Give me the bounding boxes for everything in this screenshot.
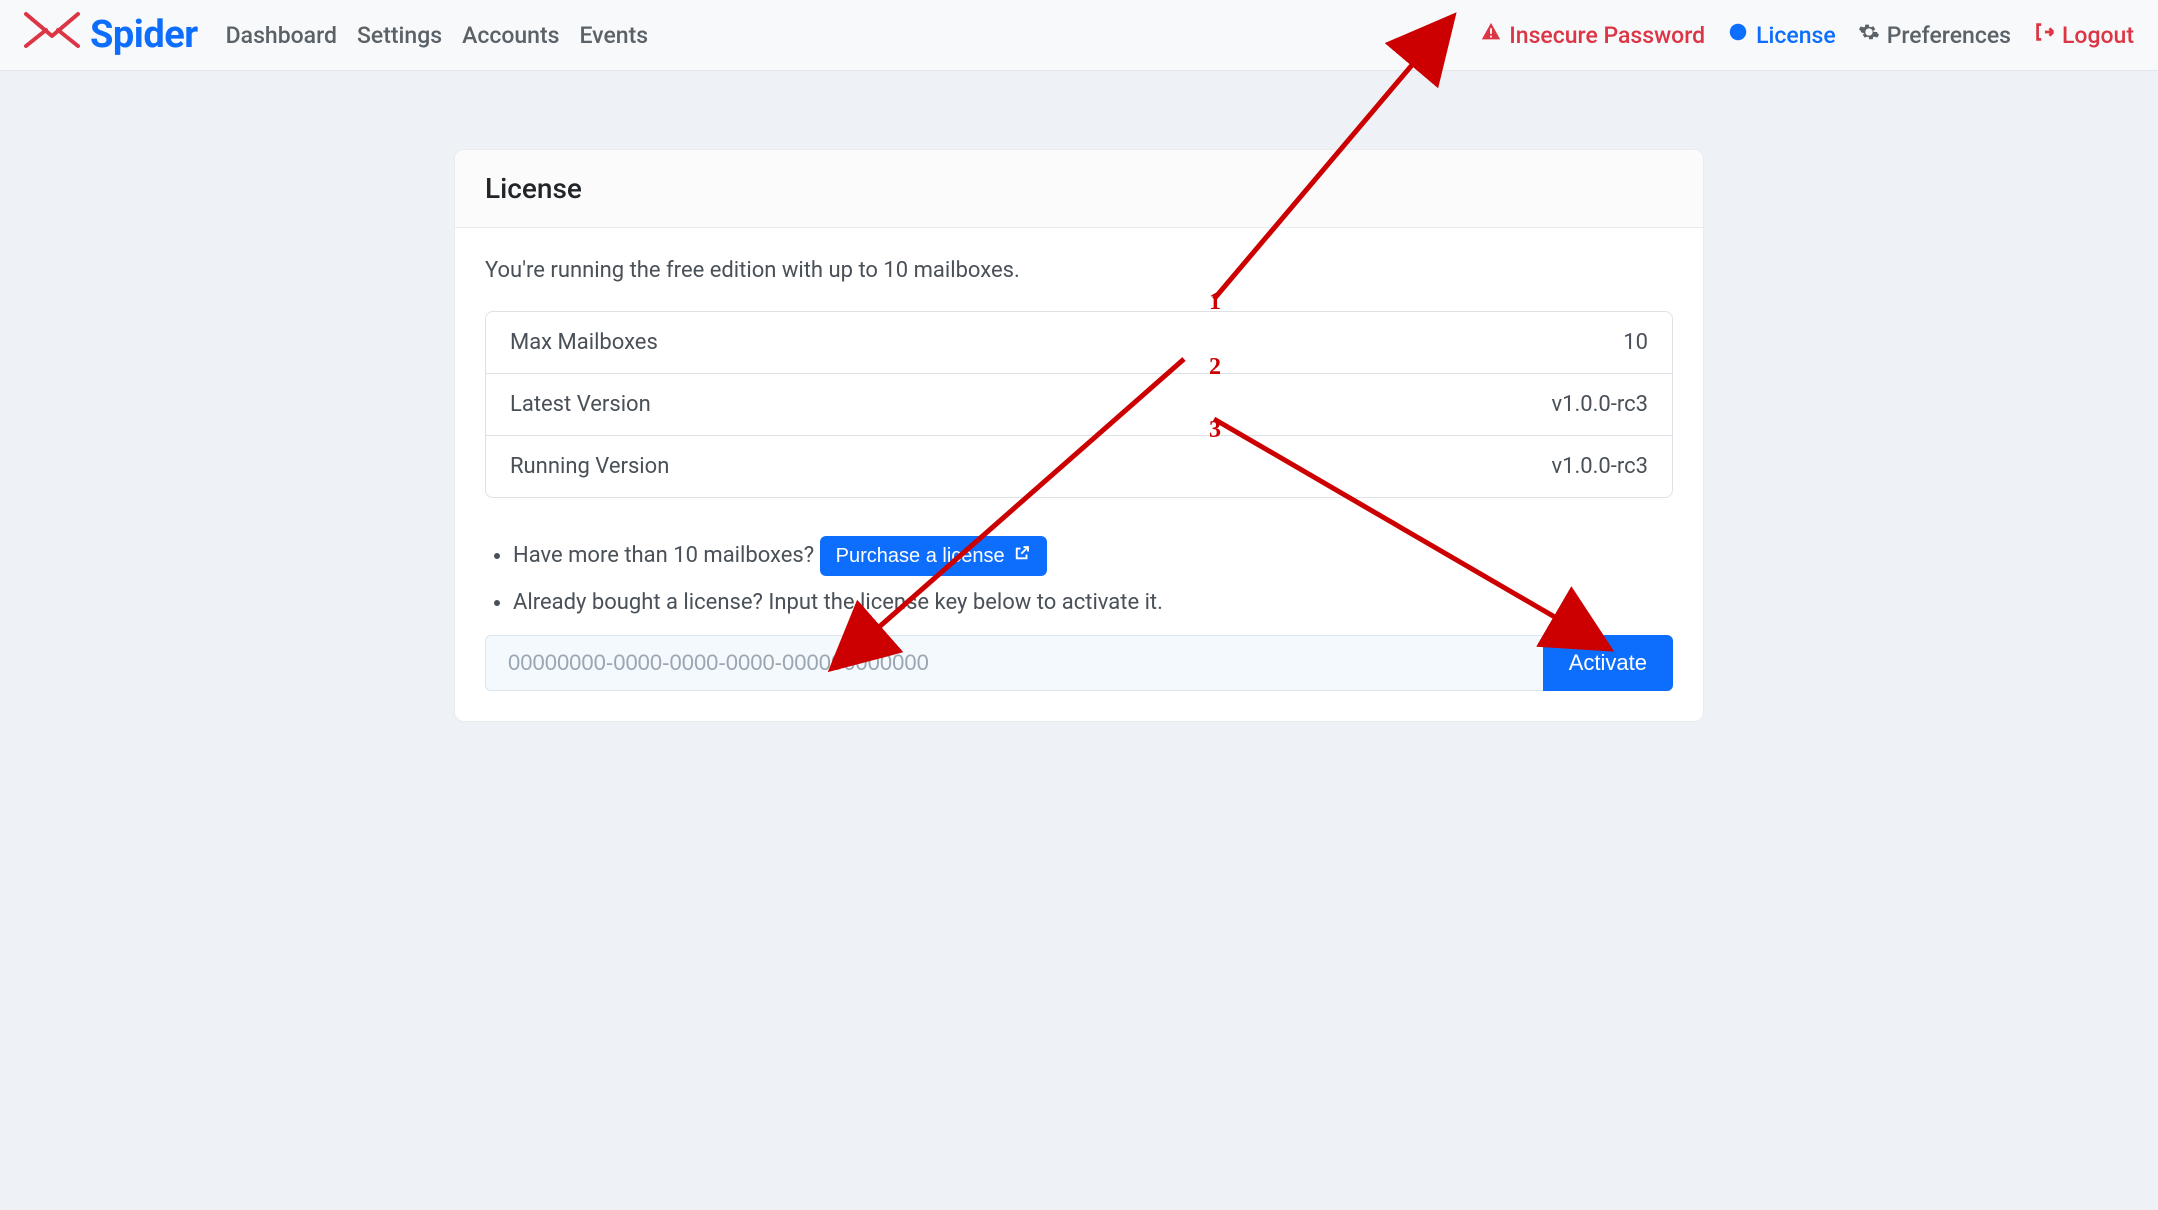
purchase-license-button[interactable]: Purchase a license	[820, 536, 1047, 576]
bullet-activate: Already bought a license? Input the lice…	[513, 590, 1673, 615]
row-running-version: Running Version v1.0.0-rc3	[486, 436, 1672, 497]
nav-preferences[interactable]: Preferences	[1858, 21, 2011, 49]
nav-accounts[interactable]: Accounts	[462, 22, 559, 49]
nav-events[interactable]: Events	[579, 22, 648, 49]
nav-license[interactable]: License	[1727, 21, 1836, 49]
row-max-mailboxes-value: 10	[1623, 330, 1648, 355]
logout-icon	[2033, 21, 2055, 49]
annotation-number-2: 2	[1209, 354, 1221, 381]
nav-dashboard[interactable]: Dashboard	[226, 22, 337, 49]
external-link-icon	[1013, 544, 1031, 568]
row-latest-version: Latest Version v1.0.0-rc3	[486, 374, 1672, 436]
certificate-icon	[1727, 21, 1749, 49]
main-container: License You're running the free edition …	[444, 149, 1714, 722]
lead-text: You're running the free edition with up …	[485, 258, 1673, 283]
row-max-mailboxes-label: Max Mailboxes	[510, 330, 658, 355]
nav-right: Insecure Password License Preferences Lo…	[1480, 21, 2134, 49]
license-key-input[interactable]	[485, 635, 1543, 691]
gear-icon	[1858, 21, 1880, 49]
row-running-version-value: v1.0.0-rc3	[1551, 454, 1648, 479]
bullet-list: Have more than 10 mailboxes? Purchase a …	[513, 536, 1673, 615]
nav-license-label: License	[1756, 22, 1836, 49]
activate-button[interactable]: Activate	[1543, 635, 1673, 691]
license-info-list: Max Mailboxes 10 Latest Version v1.0.0-r…	[485, 311, 1673, 498]
row-running-version-label: Running Version	[510, 454, 669, 479]
annotation-number-1: 1	[1209, 289, 1221, 316]
row-latest-version-value: v1.0.0-rc3	[1551, 392, 1648, 417]
brand-name: Spider	[90, 13, 198, 57]
nav-insecure-password-label: Insecure Password	[1509, 22, 1705, 49]
nav-logout-label: Logout	[2062, 22, 2134, 49]
bullet-purchase: Have more than 10 mailboxes? Purchase a …	[513, 536, 1673, 576]
license-card: License You're running the free edition …	[454, 149, 1704, 722]
nav-preferences-label: Preferences	[1887, 22, 2011, 49]
nav-left: Dashboard Settings Accounts Events	[226, 22, 648, 49]
bullet-purchase-text: Have more than 10 mailboxes?	[513, 543, 820, 568]
warning-triangle-icon	[1480, 21, 1502, 49]
nav-insecure-password[interactable]: Insecure Password	[1480, 21, 1705, 49]
purchase-license-button-label: Purchase a license	[836, 545, 1005, 568]
nav-settings[interactable]: Settings	[357, 22, 442, 49]
navbar: Spider Dashboard Settings Accounts Event…	[0, 0, 2158, 71]
card-body: You're running the free edition with up …	[455, 228, 1703, 721]
nav-logout[interactable]: Logout	[2033, 21, 2134, 49]
spider-logo-icon	[24, 10, 80, 60]
license-input-group: Activate	[485, 635, 1673, 691]
card-title: License	[455, 150, 1703, 228]
annotation-number-3: 3	[1209, 417, 1221, 444]
brand[interactable]: Spider	[24, 10, 198, 60]
row-max-mailboxes: Max Mailboxes 10	[486, 312, 1672, 374]
row-latest-version-label: Latest Version	[510, 392, 651, 417]
